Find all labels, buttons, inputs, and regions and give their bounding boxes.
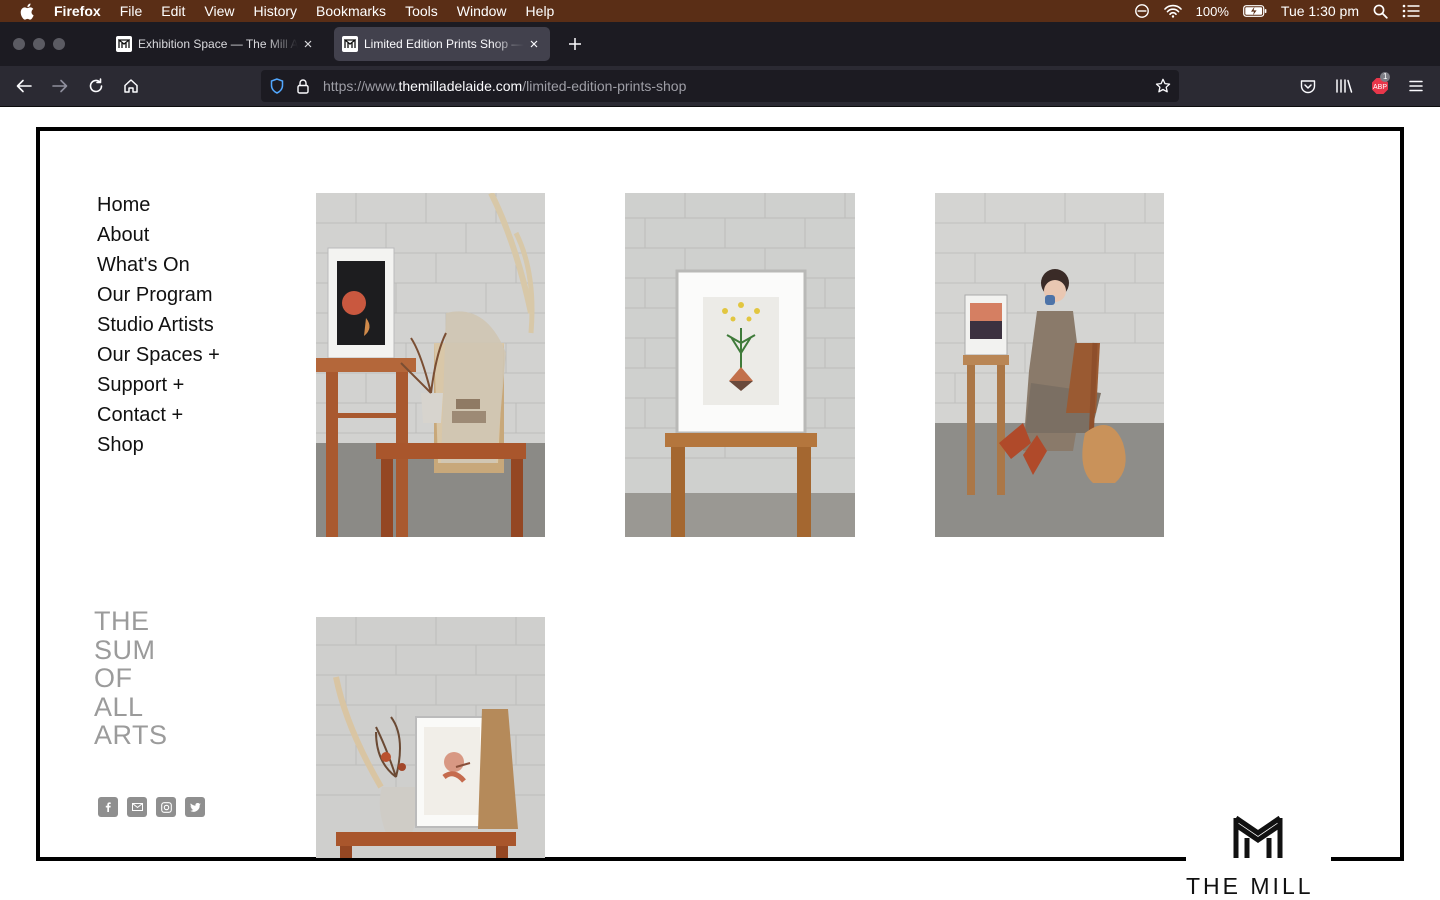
facebook-icon[interactable] (98, 797, 118, 817)
menu-tools[interactable]: Tools (405, 3, 438, 19)
tab-strip: Exhibition Space — The Mill Adelaide Lim… (0, 22, 1440, 66)
tracking-protection-shield-icon[interactable] (270, 78, 286, 94)
logo-wordmark: THE MILL (1186, 873, 1314, 899)
nav-about[interactable]: About (97, 220, 220, 250)
back-arrow-icon (16, 79, 32, 93)
url-bar[interactable]: https://www.themilladelaide.com/limited-… (261, 70, 1179, 102)
plus-icon (569, 38, 581, 50)
tagline-line: OF (94, 663, 133, 694)
tab-limited-edition-prints[interactable]: Limited Edition Prints Shop — The Mill A… (334, 27, 550, 61)
tagline-line: ALL (94, 691, 144, 722)
the-mill-favicon-icon (342, 36, 358, 52)
focus-status-icon[interactable] (1134, 3, 1150, 19)
tab-title: Exhibition Space — The Mill Adelaide (138, 37, 298, 51)
control-center-icon[interactable] (1402, 4, 1420, 18)
url-domain: themilladelaide.com (398, 78, 523, 94)
wifi-icon[interactable] (1163, 4, 1182, 18)
product-photo-1[interactable] (316, 193, 545, 537)
url-path: /limited-edition-prints-shop (522, 78, 687, 94)
the-mill-favicon-icon (116, 36, 132, 52)
nav-shop[interactable]: Shop (97, 430, 220, 460)
spotlight-search-icon[interactable] (1373, 4, 1388, 19)
url-text[interactable]: https://www.themilladelaide.com/limited-… (323, 78, 686, 94)
macos-menu-bar: Firefox File Edit View History Bookmarks… (0, 0, 1440, 22)
pocket-icon (1300, 79, 1316, 93)
menubar-status-area: 100% Tue 1:30 pm (1134, 0, 1420, 22)
nav-whats-on[interactable]: What's On (97, 250, 220, 280)
new-tab-button[interactable] (566, 35, 584, 53)
menu-help[interactable]: Help (526, 3, 555, 19)
site-navigation: Home About What's On Our Program Studio … (97, 190, 220, 460)
product-photo-2[interactable] (625, 193, 855, 537)
nav-home[interactable]: Home (97, 190, 220, 220)
nav-studio-artists[interactable]: Studio Artists (97, 310, 220, 340)
bookmark-star-icon[interactable] (1155, 78, 1171, 94)
menu-window[interactable]: Window (457, 3, 507, 19)
the-mill-logo-mark-icon (1233, 815, 1283, 858)
tab-exhibition-space[interactable]: Exhibition Space — The Mill Adelaide (108, 27, 324, 61)
reload-icon (89, 78, 103, 93)
hamburger-menu-icon (1409, 80, 1423, 92)
reload-button[interactable] (86, 76, 106, 96)
zoom-window-button[interactable] (53, 38, 65, 50)
menu-app-name[interactable]: Firefox (54, 3, 101, 19)
product-photo-3[interactable] (935, 193, 1164, 537)
instagram-icon[interactable] (156, 797, 176, 817)
apple-icon[interactable] (20, 2, 36, 20)
menu-view[interactable]: View (204, 3, 234, 19)
nav-our-program[interactable]: Our Program (97, 280, 220, 310)
clock[interactable]: Tue 1:30 pm (1281, 3, 1359, 19)
tagline-line: THE (94, 606, 150, 636)
url-prefix: https://www. (323, 78, 399, 94)
minimize-window-button[interactable] (33, 38, 45, 50)
product-photo-4[interactable] (316, 617, 545, 858)
tagline-line: SUM (94, 634, 156, 665)
lock-icon[interactable] (297, 78, 311, 94)
navigation-toolbar: https://www.themilladelaide.com/limited-… (0, 66, 1440, 107)
nav-support[interactable]: Support + (97, 370, 220, 400)
battery-charging-icon[interactable] (1243, 5, 1267, 17)
library-icon (1336, 79, 1353, 93)
library-button[interactable] (1334, 76, 1354, 96)
nav-contact[interactable]: Contact + (97, 400, 220, 430)
menu-bookmarks[interactable]: Bookmarks (316, 3, 386, 19)
close-tab-icon[interactable] (526, 36, 542, 52)
tab-title: Limited Edition Prints Shop — The Mill A… (364, 37, 524, 51)
svg-text:ABP: ABP (1373, 84, 1387, 91)
home-button[interactable] (121, 76, 141, 96)
menu-history[interactable]: History (253, 3, 297, 19)
close-tab-icon[interactable] (300, 36, 316, 52)
pocket-button[interactable] (1298, 76, 1318, 96)
battery-percent: 100% (1195, 3, 1229, 19)
nav-our-spaces[interactable]: Our Spaces + (97, 340, 220, 370)
app-menu-button[interactable] (1406, 76, 1426, 96)
menu-edit[interactable]: Edit (161, 3, 185, 19)
email-icon[interactable] (127, 797, 147, 817)
forward-button[interactable] (50, 76, 70, 96)
window-controls (13, 38, 65, 50)
home-icon (124, 79, 138, 93)
the-mill-logo[interactable]: THE MILL (1186, 815, 1331, 899)
social-links (98, 797, 205, 817)
menu-file[interactable]: File (120, 3, 143, 19)
forward-arrow-icon (52, 79, 68, 93)
site-tagline: THE SUM OF ALL ARTS (94, 607, 168, 750)
twitter-icon[interactable] (185, 797, 205, 817)
back-button[interactable] (14, 76, 34, 96)
tagline-line: ARTS (94, 720, 168, 751)
web-page: Home About What's On Our Program Studio … (0, 107, 1440, 900)
close-window-button[interactable] (13, 38, 25, 50)
